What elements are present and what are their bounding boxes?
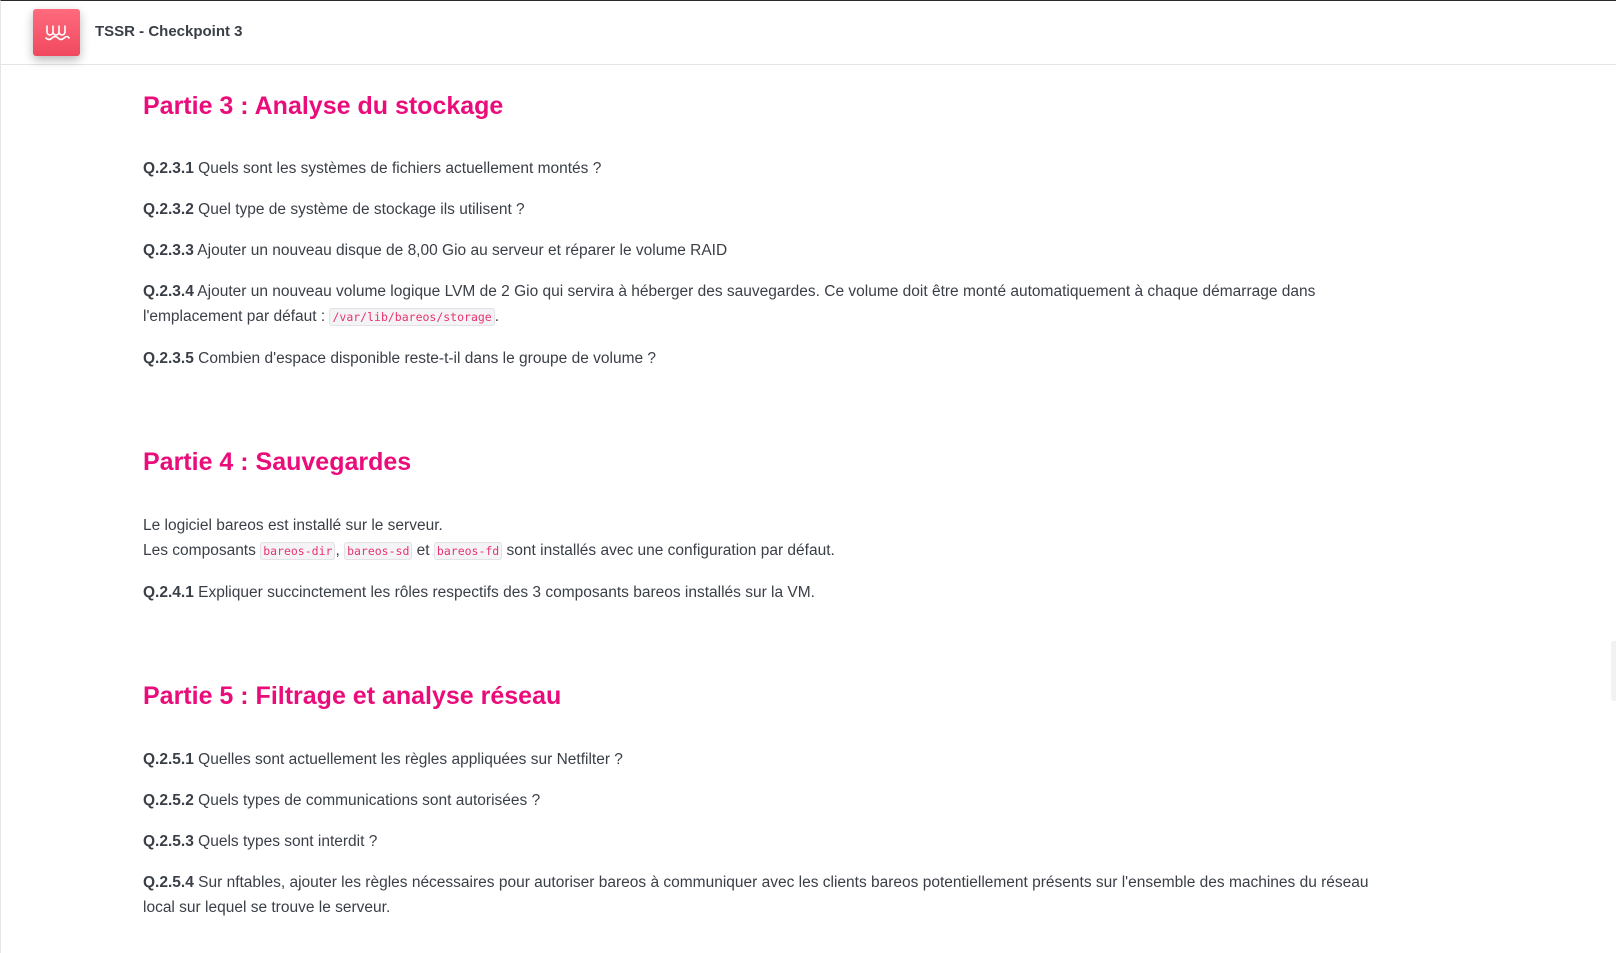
section-heading-part5: Partie 5 : Filtrage et analyse réseau bbox=[143, 682, 562, 710]
scrollbar[interactable] bbox=[1611, 641, 1616, 701]
question-text: Quels types sont interdit ? bbox=[193, 833, 378, 850]
question-text-end: . bbox=[494, 308, 500, 325]
question-id: Q.2.3.1 bbox=[143, 160, 194, 177]
question-q251: Q.2.5.1 Quelles sont actuellement les rè… bbox=[143, 747, 623, 772]
question-q241: Q.2.4.1 Expliquer succinctement les rôle… bbox=[143, 580, 815, 605]
question-q231: Q.2.3.1 Quels sont les systèmes de fichi… bbox=[143, 156, 601, 181]
intro-text: Les composants bbox=[143, 542, 261, 559]
question-text: Quels types de communications sont autor… bbox=[193, 792, 541, 809]
page: TSSR - Checkpoint 3 Partie 3 : Analyse d… bbox=[0, 0, 1616, 953]
question-text: Quelles sont actuellement les règles app… bbox=[193, 751, 623, 768]
question-id: Q.2.5.2 bbox=[143, 792, 194, 809]
wave-logo-icon[interactable] bbox=[33, 9, 80, 56]
question-id: Q.2.3.5 bbox=[143, 350, 194, 367]
section-heading-part4: Partie 4 : Sauvegardes bbox=[143, 448, 412, 476]
question-id: Q.2.4.1 bbox=[143, 584, 194, 601]
question-q234: Q.2.3.4 Ajouter un nouveau volume logiqu… bbox=[143, 279, 1343, 330]
question-text: Ajouter un nouveau volume logique LVM de… bbox=[143, 283, 1316, 325]
question-text: Quels sont les systèmes de fichiers actu… bbox=[193, 160, 602, 177]
question-id: Q.2.3.3 bbox=[143, 242, 194, 259]
question-text: Ajouter un nouveau disque de 8,00 Gio au… bbox=[193, 242, 728, 259]
question-text: Expliquer succinctement les rôles respec… bbox=[193, 584, 815, 601]
question-id: Q.2.5.4 bbox=[143, 874, 194, 891]
intro-text: sont installés avec une configuration pa… bbox=[502, 542, 835, 559]
question-id: Q.2.5.1 bbox=[143, 751, 194, 768]
section-heading-part3: Partie 3 : Analyse du stockage bbox=[143, 92, 504, 120]
intro-separator: , bbox=[335, 542, 345, 559]
storage-path-code: /var/lib/bareos/storage bbox=[329, 308, 495, 326]
intro-separator: et bbox=[412, 542, 434, 559]
question-text: Sur nftables, ajouter les règles nécessa… bbox=[143, 874, 1369, 916]
question-id: Q.2.3.4 bbox=[143, 283, 194, 300]
question-q233: Q.2.3.3 Ajouter un nouveau disque de 8,0… bbox=[143, 238, 727, 263]
bareos-dir-code: bareos-dir bbox=[260, 542, 336, 560]
bareos-sd-code: bareos-sd bbox=[344, 542, 413, 560]
top-bar: TSSR - Checkpoint 3 bbox=[1, 1, 1616, 65]
part4-intro-line1: Le logiciel bareos est installé sur le s… bbox=[143, 517, 443, 534]
app-title: TSSR - Checkpoint 3 bbox=[95, 23, 243, 40]
part4-intro-line2: Les composants bareos-dir, bareos-sd et … bbox=[143, 538, 835, 564]
question-q235: Q.2.3.5 Combien d'espace disponible rest… bbox=[143, 346, 656, 371]
question-text: Combien d'espace disponible reste-t-il d… bbox=[193, 350, 657, 367]
question-q253: Q.2.5.3 Quels types sont interdit ? bbox=[143, 829, 377, 854]
question-q252: Q.2.5.2 Quels types de communications so… bbox=[143, 788, 540, 813]
bareos-fd-code: bareos-fd bbox=[433, 542, 503, 560]
question-text: Quel type de système de stockage ils uti… bbox=[193, 201, 525, 218]
question-id: Q.2.5.3 bbox=[143, 833, 194, 850]
question-q232: Q.2.3.2 Quel type de système de stockage… bbox=[143, 197, 525, 222]
question-id: Q.2.3.2 bbox=[143, 201, 194, 218]
question-q254: Q.2.5.4 Sur nftables, ajouter les règles… bbox=[143, 870, 1403, 920]
